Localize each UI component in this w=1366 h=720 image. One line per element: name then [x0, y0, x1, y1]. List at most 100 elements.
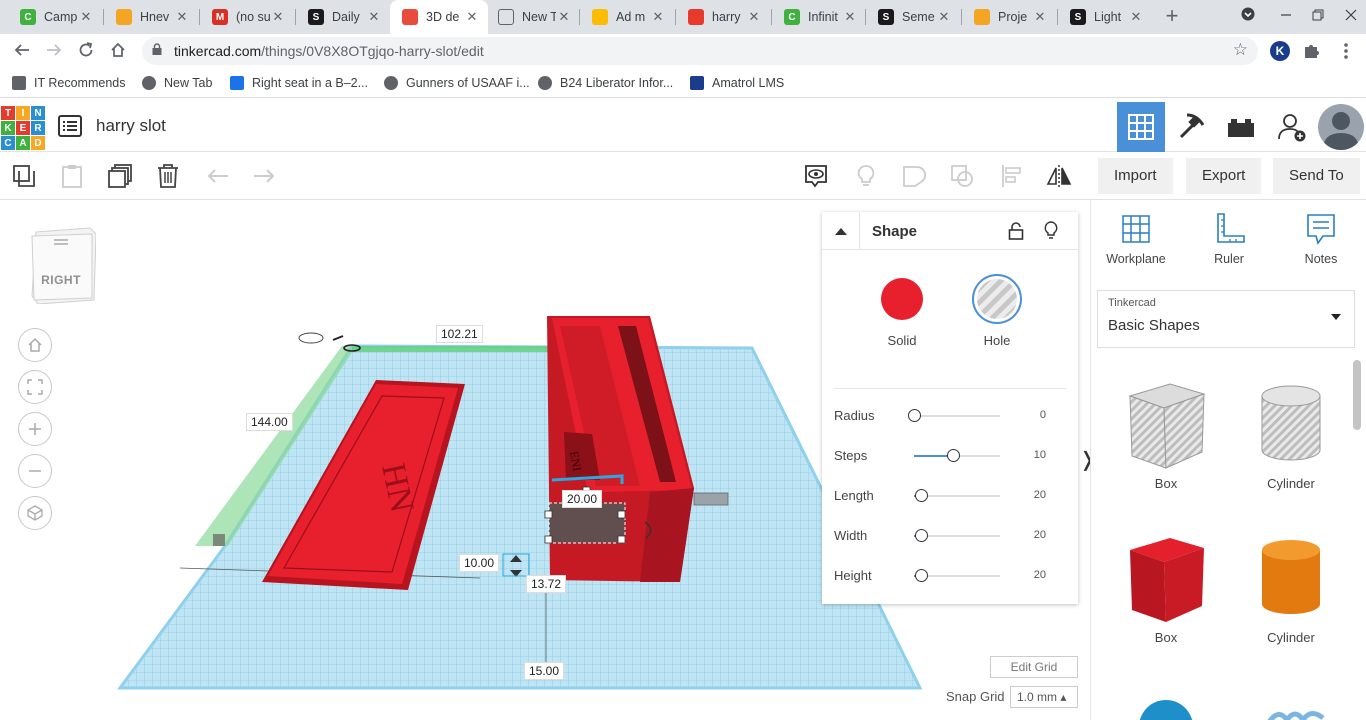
browser-tab[interactable]: Hnev ✕ [104, 0, 198, 34]
prop-value[interactable]: 20 [1034, 569, 1046, 581]
fit-view-icon[interactable] [18, 370, 52, 404]
prop-value[interactable]: 20 [1034, 529, 1046, 541]
notes-button[interactable]: Notes [1281, 212, 1361, 266]
hole-swatch[interactable] [972, 274, 1022, 324]
solid-color-swatch[interactable] [881, 278, 923, 320]
group-icon[interactable] [898, 160, 930, 192]
tab-search-icon[interactable] [1235, 4, 1261, 28]
bookmark-item[interactable]: IT Recommends [12, 76, 125, 90]
new-tab-button[interactable]: + [1160, 4, 1184, 28]
home-icon[interactable] [104, 38, 132, 66]
duplicate-icon[interactable] [104, 160, 136, 192]
prop-value[interactable]: 10 [1034, 449, 1046, 461]
shape-cylinder-orange[interactable]: Cylinder [1241, 534, 1341, 645]
browser-tab[interactable]: C Infinit ✕ [772, 0, 866, 34]
edit-grid-button[interactable]: Edit Grid [990, 656, 1078, 678]
close-tab-icon[interactable]: ✕ [174, 9, 190, 25]
browser-tab[interactable]: S Seme ✕ [866, 0, 960, 34]
address-bar[interactable]: tinkercad.com/things/0V8X8OTgjqo-harry-s… [142, 37, 1258, 65]
extensions-puzzle-icon[interactable] [1302, 41, 1322, 61]
shape-box-hole[interactable]: Box [1116, 380, 1216, 491]
3d-view-grid-icon[interactable] [1117, 102, 1165, 152]
selected-shape[interactable] [549, 503, 625, 543]
bookmark-item[interactable]: New Tab [142, 76, 212, 90]
close-tab-icon[interactable]: ✕ [1032, 9, 1048, 25]
dimension-top-length[interactable]: 102.21 [436, 325, 483, 343]
close-tab-icon[interactable]: ✕ [842, 9, 858, 25]
close-tab-icon[interactable]: ✕ [464, 9, 480, 25]
browser-tab[interactable]: 3D de ✕ [390, 0, 488, 34]
reload-icon[interactable] [72, 38, 100, 66]
snap-grid-select[interactable]: 1.0 mm ▴ [1010, 686, 1078, 708]
profile-k-icon[interactable]: K [1270, 41, 1290, 61]
home-view-icon[interactable] [18, 328, 52, 362]
redo-icon[interactable] [248, 160, 280, 192]
close-tab-icon[interactable]: ✕ [1128, 9, 1144, 25]
codeblocks-pickaxe-icon[interactable] [1167, 102, 1215, 152]
prop-value[interactable]: 20 [1034, 489, 1046, 501]
browser-tab[interactable]: S Light ✕ [1058, 0, 1152, 34]
close-tab-icon[interactable]: ✕ [746, 9, 762, 25]
shape-sphere-partial[interactable] [1139, 700, 1193, 720]
ruler-button[interactable]: Ruler [1189, 212, 1269, 266]
bookmark-item[interactable]: Gunners of USAAF i... [384, 76, 530, 90]
collapse-panel-icon[interactable] [822, 212, 860, 250]
tinkercad-logo[interactable]: TIN KER CAD [1, 106, 45, 150]
lock-shape-icon[interactable] [1008, 222, 1024, 240]
zoom-in-icon[interactable] [18, 412, 52, 446]
prop-slider-knob[interactable] [915, 489, 928, 502]
browser-tab[interactable]: M (no su ✕ [200, 0, 294, 34]
close-tab-icon[interactable]: ✕ [556, 9, 572, 25]
browser-tab[interactable]: New Tab✕ [486, 0, 580, 34]
add-user-icon[interactable] [1268, 102, 1316, 152]
zoom-out-icon[interactable] [18, 454, 52, 488]
peg[interactable] [693, 492, 729, 506]
shape-scribble-partial[interactable] [1267, 706, 1327, 720]
workplane-button[interactable]: Workplane [1096, 212, 1176, 266]
shape-library-dropdown[interactable]: Tinkercad Basic Shapes [1097, 290, 1355, 348]
design-title[interactable]: harry slot [96, 116, 166, 136]
undo-icon[interactable] [202, 160, 234, 192]
send-to-button[interactable]: Send To [1273, 158, 1360, 194]
paste-icon[interactable] [56, 160, 88, 192]
dimension-side-length[interactable]: 144.00 [246, 413, 293, 431]
close-tab-icon[interactable]: ✕ [366, 9, 382, 25]
chrome-menu-icon[interactable] [1336, 41, 1356, 61]
ungroup-icon[interactable] [946, 160, 978, 192]
bookmark-item[interactable]: Amatrol LMS [690, 76, 784, 90]
lightbulb-icon[interactable] [850, 160, 882, 192]
bricks-icon[interactable] [1217, 102, 1265, 152]
copy-icon[interactable] [8, 160, 40, 192]
delete-icon[interactable] [152, 160, 184, 192]
browser-tab[interactable]: Ad m ✕ [580, 0, 674, 34]
align-icon[interactable] [996, 160, 1028, 192]
bookmark-star-icon[interactable]: ☆ [1233, 40, 1248, 60]
mirror-icon[interactable] [1043, 160, 1075, 192]
minimize-icon[interactable] [1273, 4, 1299, 28]
close-tab-icon[interactable]: ✕ [650, 9, 666, 25]
perspective-icon[interactable] [18, 496, 52, 530]
export-button[interactable]: Export [1186, 158, 1262, 194]
avatar[interactable] [1318, 104, 1364, 150]
import-button[interactable]: Import [1098, 158, 1173, 194]
prop-slider-knob[interactable] [947, 449, 960, 462]
prop-slider-knob[interactable] [915, 529, 928, 542]
restore-icon[interactable] [1305, 4, 1331, 28]
hide-shape-bulb-icon[interactable] [1044, 221, 1058, 241]
shapes-scrollbar[interactable] [1353, 360, 1361, 430]
browser-tab[interactable]: Proje ✕ [962, 0, 1056, 34]
prop-value[interactable]: 0 [1040, 409, 1046, 421]
close-tab-icon[interactable]: ✕ [936, 9, 952, 25]
prop-slider-knob[interactable] [915, 569, 928, 582]
3d-workspace[interactable]: HN ENI RIGHT 102.21 144.00 20.00 10.00 1… [0, 200, 1090, 720]
close-window-icon[interactable] [1338, 4, 1364, 28]
design-menu-icon[interactable] [58, 115, 82, 137]
browser-tab[interactable]: S Daily ✕ [296, 0, 390, 34]
dimension-offset-b[interactable]: 15.00 [524, 662, 565, 680]
prop-slider-track[interactable] [914, 415, 1000, 417]
close-tab-icon[interactable]: ✕ [270, 9, 286, 25]
dimension-offset-a[interactable]: 13.72 [526, 575, 567, 593]
browser-tab[interactable]: harry ✕ [676, 0, 770, 34]
bookmark-item[interactable]: Right seat in a B–2... [230, 76, 368, 90]
shape-box-red[interactable]: Box [1116, 534, 1216, 645]
